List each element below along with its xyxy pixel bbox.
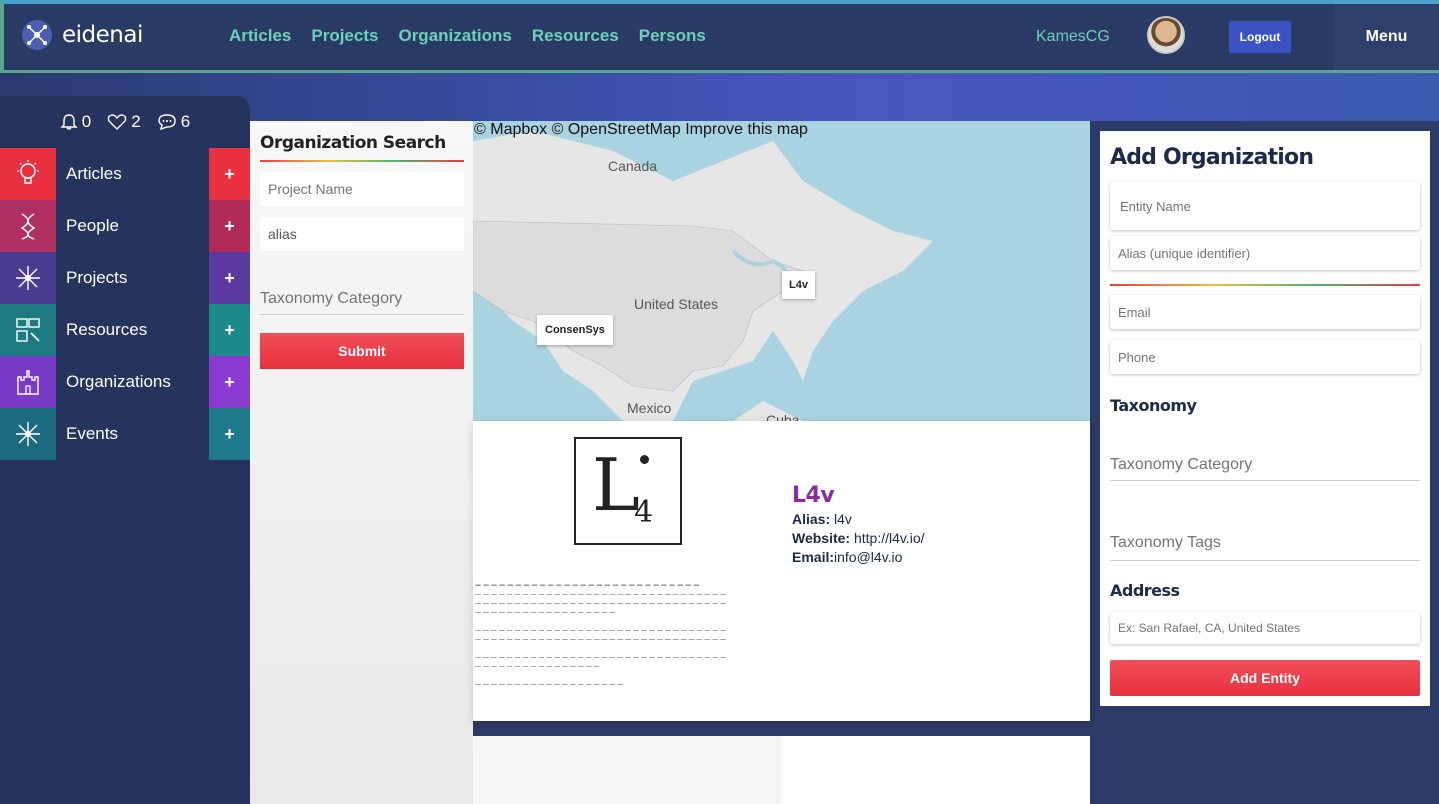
add-resource-button[interactable]: + (209, 304, 250, 356)
divider (260, 160, 464, 162)
castle-icon (0, 356, 56, 408)
heart-icon (108, 114, 127, 130)
l4v-logo: L 4 (574, 437, 682, 545)
bell-icon (60, 114, 78, 130)
dna-icon (0, 200, 56, 252)
alias-line: Alias: l4v (792, 511, 852, 527)
username[interactable]: KamesCG (1036, 28, 1110, 46)
nav-projects[interactable]: Projects (311, 26, 378, 46)
taxonomy-tags-input[interactable] (1110, 525, 1420, 561)
brand-name: eidenai (62, 22, 143, 48)
website-link[interactable]: http://l4v.io/ (854, 530, 925, 546)
divider (1110, 284, 1420, 286)
organization-card[interactable]: L 4 — — — — — — — — — — — — — — — — — — … (473, 421, 1090, 721)
main-nav: Articles Projects Organizations Resource… (229, 26, 726, 46)
sidebar-item-people[interactable]: People + (0, 200, 250, 252)
messages-count: 6 (180, 112, 191, 131)
taxonomy-label: Taxonomy (1110, 396, 1197, 415)
map[interactable]: © Mapbox © OpenStreetMap Improve this ma… (473, 121, 1090, 421)
map-attribution[interactable]: © Mapbox © OpenStreetMap Improve this ma… (474, 121, 808, 139)
nav-organizations[interactable]: Organizations (398, 26, 511, 46)
add-project-button[interactable]: + (209, 252, 250, 304)
phone-field[interactable] (1110, 340, 1420, 374)
website-line: Website: http://l4v.io/ (792, 530, 925, 546)
map-marker-l4v[interactable]: L4v (782, 271, 815, 299)
nav-persons[interactable]: Persons (639, 26, 706, 46)
network-icon (0, 252, 56, 304)
map-label-canada: Canada (608, 158, 658, 174)
alerts-count: 0 (81, 112, 92, 131)
brand[interactable]: eidenai (22, 20, 143, 50)
add-person-button[interactable]: + (209, 200, 250, 252)
organization-card[interactable] (473, 736, 1090, 804)
network-icon (0, 408, 56, 460)
nav-articles[interactable]: Articles (229, 26, 291, 46)
lightbulb-icon (0, 148, 56, 200)
sidebar-item-resources[interactable]: Resources + (0, 304, 250, 356)
website-preview[interactable]: L 4 — — — — — — — — — — — — — — — — — — … (473, 421, 783, 721)
organization-name[interactable]: L4v (792, 483, 925, 508)
logout-button[interactable]: Logout (1229, 21, 1291, 53)
project-name-input[interactable] (260, 172, 464, 206)
map-label-cuba: Cuba (766, 412, 800, 421)
tools-icon (0, 304, 56, 356)
sidebar-item-label: Organizations (56, 356, 209, 408)
likes-counter[interactable]: 2 (107, 112, 141, 132)
address-label: Address (1110, 581, 1180, 600)
sidebar-item-label: People (56, 200, 209, 252)
sidebar-item-events[interactable]: Events + (0, 408, 250, 460)
panel-title: Add Organization (1110, 145, 1314, 170)
menu-button[interactable]: Menu (1334, 4, 1439, 70)
alerts-counter[interactable]: 0 (60, 112, 91, 132)
nav-resources[interactable]: Resources (532, 26, 619, 46)
sidebar-item-organizations[interactable]: Organizations + (0, 356, 250, 408)
sidebar-item-label: Projects (56, 252, 209, 304)
sidebar-item-label: Events (56, 408, 209, 460)
avatar[interactable] (1147, 16, 1185, 54)
sidebar-item-articles[interactable]: Articles + (0, 148, 250, 200)
email-field[interactable] (1110, 295, 1420, 329)
alias-input[interactable] (1110, 236, 1420, 270)
organization-info: L4v Alias: l4v Website: http://l4v.io/ E… (792, 483, 925, 565)
sidebar-item-projects[interactable]: Projects + (0, 252, 250, 304)
preview-text: — — — — — — — — — — — — — — — — — — — — … (475, 582, 727, 688)
organization-search-panel: Organization Search Submit (250, 121, 473, 804)
messages-counter[interactable]: 6 (157, 112, 190, 132)
add-entity-button[interactable]: Add Entity (1110, 660, 1420, 696)
sidebar-item-label: Resources (56, 304, 209, 356)
add-article-button[interactable]: + (209, 148, 250, 200)
address-input[interactable] (1110, 612, 1420, 644)
eidenai-logo-icon (22, 20, 52, 50)
entity-name-input[interactable] (1110, 182, 1420, 230)
map-label-mexico: Mexico (627, 400, 672, 416)
chat-icon (158, 114, 176, 131)
taxonomy-category-input[interactable] (1110, 449, 1420, 481)
taxonomy-category-input[interactable] (260, 283, 464, 315)
top-navbar: eidenai Articles Projects Organizations … (0, 0, 1439, 73)
sidebar-item-label: Articles (56, 148, 209, 200)
likes-count: 2 (131, 112, 141, 131)
notification-bar: 0 2 6 (0, 96, 250, 148)
map-marker-consensys[interactable]: ConsenSys (537, 315, 613, 345)
submit-button[interactable]: Submit (260, 333, 464, 369)
email-link[interactable]: info@l4v.io (834, 549, 902, 565)
map-label-united-states: United States (634, 296, 719, 312)
add-organization-button[interactable]: + (209, 356, 250, 408)
sidebar: 0 2 6 Articles + People + Projects + Res… (0, 96, 250, 804)
website-preview[interactable] (473, 736, 782, 804)
email-line: Email:info@l4v.io (792, 549, 903, 565)
add-organization-panel: Add Organization Taxonomy Address Add En… (1100, 131, 1430, 706)
alias-input[interactable] (260, 217, 464, 251)
panel-title: Organization Search (260, 133, 446, 153)
add-event-button[interactable]: + (209, 408, 250, 460)
